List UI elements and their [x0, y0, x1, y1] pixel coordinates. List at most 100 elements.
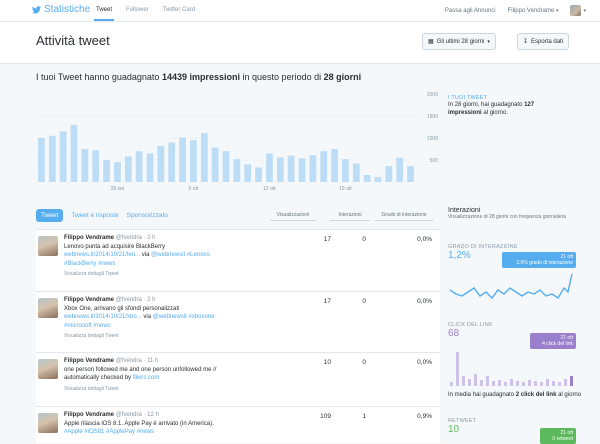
- impressions-bar[interactable]: [342, 159, 349, 182]
- impressions-bar[interactable]: [407, 166, 414, 182]
- impressions-bar[interactable]: [276, 157, 284, 182]
- impressions-bar[interactable]: [146, 153, 154, 182]
- period-select[interactable]: ▦ Gli ultimi 28 giorni ▾: [422, 33, 496, 50]
- tweet-via: via: [143, 314, 152, 320]
- impressions-bar[interactable]: [385, 166, 393, 182]
- tweet-details-link[interactable]: Visualizza dettagli Tweet: [64, 332, 254, 341]
- tweet-tags[interactable]: @webnewsit #xboxone: [153, 314, 215, 320]
- col-interazioni[interactable]: Interazioni: [330, 212, 370, 221]
- impressions-bar[interactable]: [352, 163, 360, 182]
- ads-link[interactable]: Passa agli Annunci: [445, 8, 496, 14]
- tweet-hashtags[interactable]: #microsoft #news: [64, 322, 254, 331]
- impressions-bar[interactable]: [255, 167, 262, 182]
- summary-prefix: I tuoi Tweet hanno guadagnato: [36, 72, 160, 82]
- brand-label: Statistiche: [44, 4, 91, 15]
- impressions-bar[interactable]: [331, 149, 338, 182]
- nav-tweet[interactable]: Tweet: [94, 0, 115, 21]
- tweet-author[interactable]: Filippo Vendrame: [64, 235, 114, 241]
- brand[interactable]: Statistiche: [32, 4, 90, 15]
- impressions-bar[interactable]: [222, 151, 230, 182]
- table-row[interactable]: Filippo Vendrame @fvendra · 2 h Lenovo p…: [36, 229, 440, 291]
- col-visualizzazioni[interactable]: Visualizzazioni: [270, 212, 316, 221]
- tab-tweet[interactable]: Tweet: [36, 209, 64, 222]
- impressions-bar[interactable]: [59, 131, 67, 182]
- clicks-avg-b: 2 click del link: [515, 392, 557, 398]
- avatar: [38, 236, 58, 256]
- side-text-b: impressioni: [448, 110, 482, 116]
- impressions-bar[interactable]: [363, 174, 371, 182]
- impressions-bar[interactable]: [114, 162, 121, 182]
- y-tick-label: 1000: [427, 136, 438, 142]
- y-tick-label: 500: [430, 158, 439, 164]
- tweet-link[interactable]: fllwrs.com: [133, 375, 160, 381]
- avatar-menu[interactable]: ▾: [570, 5, 586, 16]
- tab-tweet-risposte[interactable]: Tweet e risposte: [71, 212, 118, 219]
- impressions-bar[interactable]: [190, 140, 197, 182]
- tweet-hashtags[interactable]: #BlackBerry #news: [64, 260, 254, 269]
- side-value: 127: [524, 102, 535, 108]
- impressions-bar[interactable]: [70, 124, 78, 182]
- impressions-bar[interactable]: [103, 160, 110, 182]
- y-tick-label: 2000: [427, 92, 438, 98]
- impressions-bar[interactable]: [298, 158, 306, 182]
- export-button[interactable]: ↧ Esporta dati: [517, 33, 570, 50]
- impressions-bar[interactable]: [287, 155, 295, 182]
- x-tick-label: 19 ott: [339, 186, 352, 192]
- user-menu[interactable]: Filippo Vendrame ▾: [508, 8, 559, 14]
- tweet-link[interactable]: webnews.it/2014/10/21/xbo...: [64, 314, 142, 320]
- side-summary: I TUOI TWEET In 28 giorni, hai guadagnat…: [448, 95, 588, 117]
- avatar: [570, 5, 582, 16]
- impressions-bar[interactable]: [266, 153, 273, 182]
- impressions-bar[interactable]: [309, 155, 317, 182]
- period-label: Gli ultimi 28 giorni: [436, 38, 485, 45]
- summary-period: 28 giorni: [323, 72, 362, 82]
- tweet-handle: @fvendra · 2 h: [115, 297, 156, 303]
- summary-impressions: 14439 impressioni: [161, 72, 241, 82]
- impressions-bar[interactable]: [244, 164, 252, 182]
- tweet-author[interactable]: Filippo Vendrame: [64, 412, 114, 418]
- nav-follower[interactable]: Follower: [124, 0, 151, 21]
- table-row[interactable]: Filippo Vendrame @fvendra · 2 h Xbox One…: [36, 291, 440, 352]
- tweet-link[interactable]: webnews.it/2014/10/21/len...: [64, 252, 140, 258]
- impressions-bar[interactable]: [81, 149, 89, 182]
- impressions-bar[interactable]: [135, 151, 143, 182]
- download-icon: ↧: [523, 39, 529, 45]
- impressions-bar[interactable]: [374, 177, 382, 182]
- impressions-bar[interactable]: [157, 145, 165, 182]
- clicks-barchart: [450, 352, 573, 386]
- tweet-details-link[interactable]: Visualizza dettagli Tweet: [64, 385, 279, 394]
- impressions-bar[interactable]: [124, 156, 132, 182]
- rate-callout-text: 3,6% grado di interazione: [516, 260, 573, 266]
- col-grado-interazione[interactable]: Grado di interazione: [375, 212, 433, 221]
- retweet-callout-text: 0 retweet: [552, 436, 573, 442]
- clicks-average: In media hai guadagnato 2 click del link…: [448, 391, 588, 399]
- export-label: Esporta dati: [531, 38, 564, 45]
- impressions-bar[interactable]: [320, 151, 328, 182]
- impressions-bar[interactable]: [211, 147, 219, 182]
- tweet-author[interactable]: Filippo Vendrame: [64, 358, 114, 364]
- impressions-bar[interactable]: [38, 138, 45, 182]
- tab-sponsorizzato[interactable]: Sponsorizzato: [127, 212, 168, 219]
- x-tick-label: 28 set: [111, 186, 125, 192]
- rate-value: 0,0%: [417, 236, 432, 243]
- tweet-text: Lenovo punta ad acquisire BlackBerry: [64, 243, 166, 250]
- impressions-bar[interactable]: [92, 150, 100, 182]
- tweet-hashtags[interactable]: #Apple #iOS81 #ApplePay #news: [64, 428, 279, 437]
- tweet-details-link[interactable]: Visualizza dettagli Tweet: [64, 270, 254, 279]
- tweet-body: Filippo Vendrame @fvendra · 2 h Lenovo p…: [64, 234, 254, 279]
- impressions-bar[interactable]: [168, 142, 176, 182]
- nav-twitter-card[interactable]: Twitter Card: [161, 0, 197, 21]
- tweet-body: Filippo Vendrame @fvendra · 2 h Xbox One…: [64, 296, 254, 341]
- tweet-tags[interactable]: @webnewsit #Lenovo: [151, 252, 210, 258]
- impressions-bar[interactable]: [396, 157, 404, 182]
- side-text-c: al giorno.: [483, 110, 509, 116]
- table-row[interactable]: Filippo Vendrame @fvendra · 12 h Apple r…: [36, 406, 440, 443]
- tweet-author[interactable]: Filippo Vendrame: [64, 297, 114, 303]
- clicks-avg-c: al giorno: [558, 392, 582, 398]
- impressions-bar[interactable]: [179, 137, 186, 182]
- impressions-bar[interactable]: [48, 135, 56, 182]
- impressions-bar[interactable]: [233, 159, 241, 182]
- impressions-bar[interactable]: [200, 133, 208, 182]
- table-row[interactable]: Filippo Vendrame @fvendra · 11 h one per…: [36, 352, 440, 406]
- rate-callout: 21 ott 3,6% grado di interazione: [502, 252, 576, 268]
